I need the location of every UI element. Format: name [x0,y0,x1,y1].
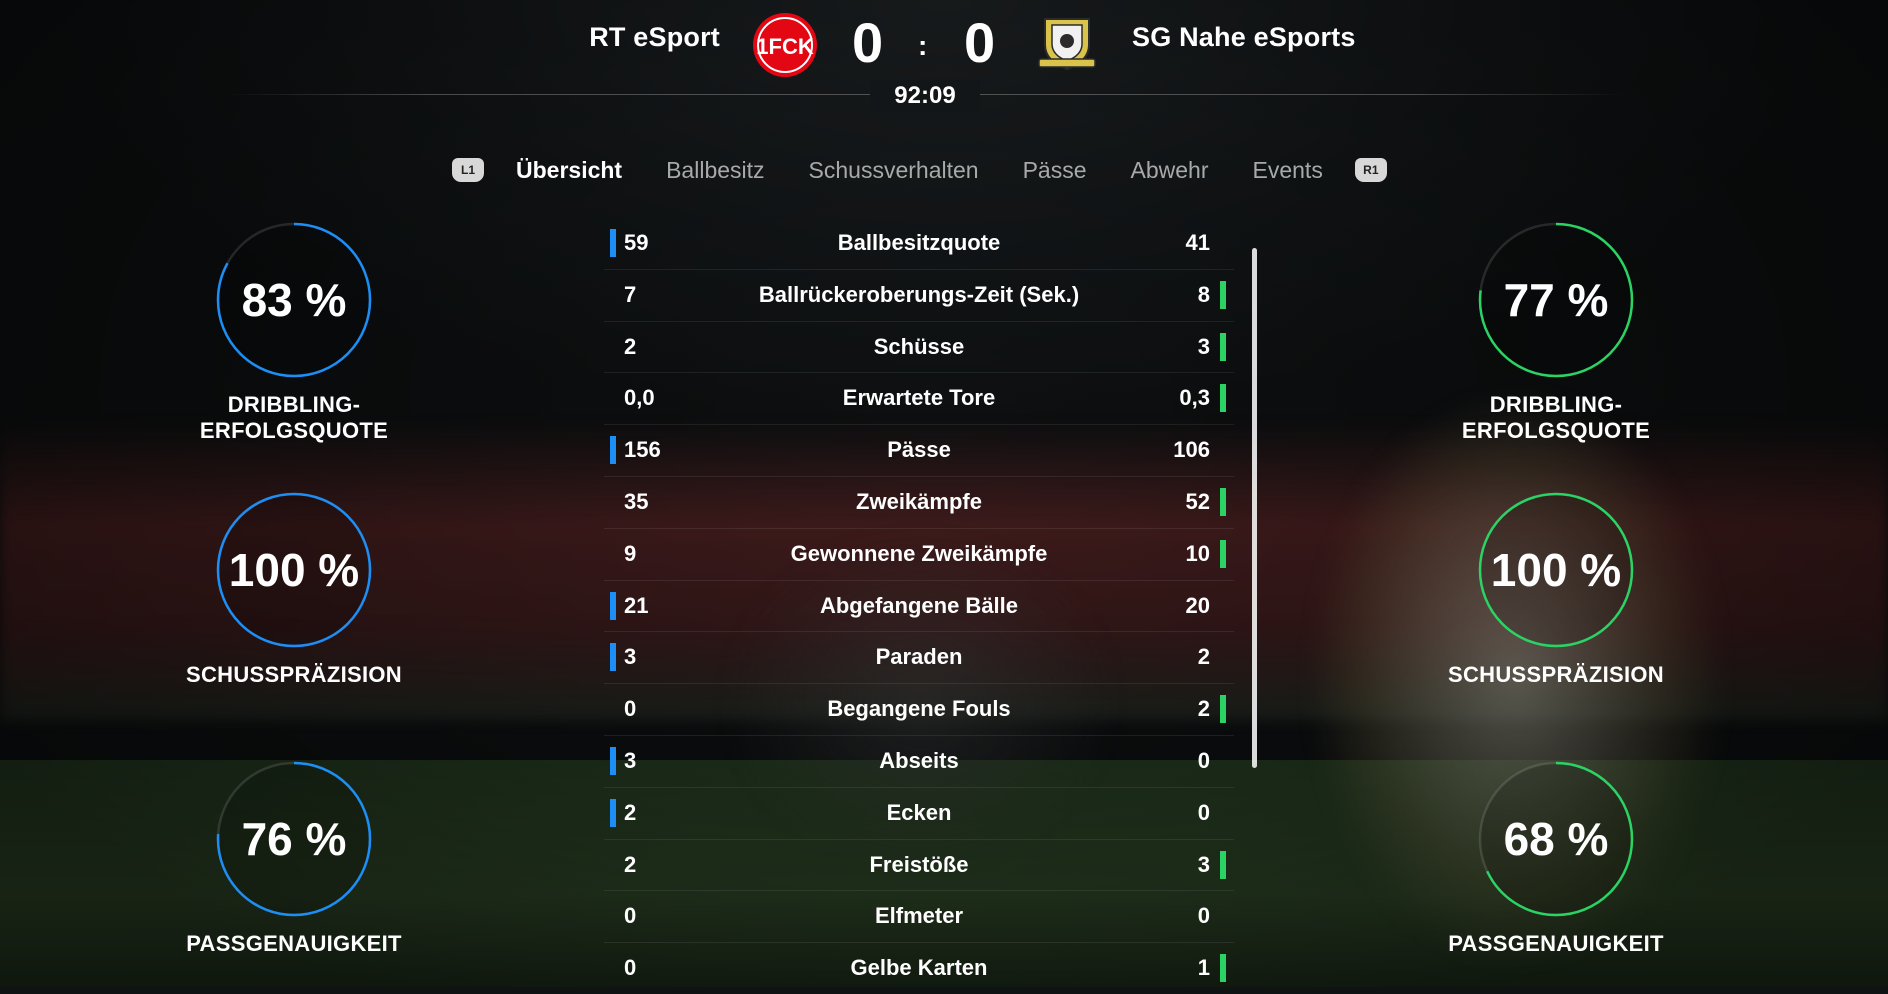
stat-label: Ballrückeroberungs-Zeit (Sek.) [758,281,1080,307]
home-score: 0 [852,11,884,74]
away-value: 2 [1197,696,1210,722]
stat-label: Freistöße [869,851,969,877]
away-score: 0 [964,11,996,74]
stat-row-gewonnene-zweikaempfe: 9 Gewonnene Zweikämpfe 10 [604,529,1234,581]
stat-label: Erwartete Tore [842,385,996,411]
match-stats-screen: RT eSport 1FCK 0 : 0 SG Nahe eSports 92:… [0,0,1888,987]
away-leader-marker [1220,487,1226,516]
away-team-crest-icon [1035,15,1099,73]
score-separator: : [918,30,928,61]
gauge-value: 83 % [241,274,347,326]
away-leader-marker [1220,332,1226,361]
home-crest-lettering: 1FCK [756,34,814,59]
stat-label: Gelbe Karten [850,955,988,981]
stat-row-ecken: 2 Ecken 0 [604,788,1234,840]
gauge-label: DRIBBLING-ERFOLGSQUOTE [199,392,389,443]
tab-uebersicht[interactable]: Übersicht [516,157,622,184]
away-value: 52 [1185,488,1210,514]
l1-bumper-icon[interactable]: L1 [452,158,484,182]
home-team-crest-icon: 1FCK [752,12,818,78]
stat-label: Ballbesitzquote [837,230,1001,255]
away-leader-marker [1220,384,1226,413]
tab-paesse[interactable]: Pässe [1023,157,1087,184]
away-value: 0 [1197,903,1210,929]
away-value: 10 [1185,540,1210,566]
stat-row-erwartete-tore: 0,0 Erwartete Tore 0,3 [604,373,1234,426]
stats-scrollbar[interactable] [1252,248,1257,768]
away-value: 3 [1197,333,1210,359]
gauge-label: SCHUSSPRÄZISION [1448,662,1664,687]
stat-row-ballbesitzquote: 59 Ballbesitzquote 41 [604,218,1234,270]
r1-bumper-icon[interactable]: R1 [1354,158,1387,182]
gauge-value: 100 % [228,544,360,596]
stat-label: Zweikämpfe [856,488,982,514]
gauge-value: 100 % [1490,544,1622,596]
away-shot-accuracy-gauge: 100 % SCHUSSPRÄZISION [1396,490,1716,688]
match-clock: 92:09 [870,80,980,112]
away-leader-marker [1220,280,1226,309]
away-value: 2 [1197,644,1210,670]
home-dribbling-gauge: 83 % DRIBBLING-ERFOLGSQUOTE [134,220,454,444]
home-shot-accuracy-gauge: 100 % SCHUSSPRÄZISION [134,490,454,688]
stat-label: Paraden [875,644,963,670]
stat-row-rueckeroberungszeit: 7 Ballrückeroberungs-Zeit (Sek.) 8 [604,270,1234,322]
stat-label: Abgefangene Bälle [819,592,1019,618]
stat-row-zweikaempfe: 35 Zweikämpfe 52 [604,477,1234,529]
gauge-value: 68 % [1503,813,1609,865]
stat-label: Ecken [886,799,952,825]
stat-label: Schüsse [873,333,965,359]
stats-table[interactable]: 59 Ballbesitzquote 41 7 Ballrückeroberungs-… [604,218,1234,994]
away-leader-marker [1220,850,1226,879]
away-pass-accuracy-gauge: 68 % PASSGENAUIGKEIT [1396,759,1716,957]
away-dribbling-gauge: 77 % DRIBBLING-ERFOLGSQUOTE [1396,220,1716,444]
tab-schussverhalten[interactable]: Schussverhalten [809,157,979,184]
stat-row-paraden: 3 Paraden 2 [604,632,1234,685]
tab-ballbesitz[interactable]: Ballbesitz [666,157,764,184]
stat-row-gelbe-karten: 0 Gelbe Karten 1 [604,943,1234,994]
away-value: 8 [1197,281,1210,307]
stats-tab-bar: L1 Übersicht Ballbesitz Schussverhalten … [452,150,1387,190]
away-value: 41 [1185,230,1210,255]
tab-abwehr[interactable]: Abwehr [1131,157,1209,184]
away-value: 20 [1185,592,1210,618]
away-value: 106 [1173,437,1210,463]
stat-label: Elfmeter [874,903,964,929]
tab-events[interactable]: Events [1253,157,1323,184]
stat-row-abgefangene-baelle: 21 Abgefangene Bälle 20 [604,581,1234,633]
stat-label: Begangene Fouls [827,696,1011,722]
stat-row-paesse: 156 Pässe 106 [604,425,1234,477]
away-value: 1 [1197,955,1210,981]
away-value: 0 [1197,747,1210,773]
gauge-label: PASSGENAUIGKEIT [1448,931,1664,956]
stat-label: Abseits [879,747,959,773]
stat-label: Gewonnene Zweikämpfe [790,540,1048,566]
away-value: 3 [1197,851,1210,877]
gauge-label: SCHUSSPRÄZISION [186,662,402,687]
stat-row-schuesse: 2 Schüsse 3 [604,322,1234,374]
away-leader-marker [1220,695,1226,724]
stat-row-abseits: 3 Abseits 0 [604,736,1234,788]
gauge-value: 76 % [241,813,347,865]
gauge-label: DRIBBLING-ERFOLGSQUOTE [1461,392,1651,443]
away-leader-marker [1220,954,1226,983]
gauge-value: 77 % [1503,274,1609,326]
away-value: 0,3 [1179,385,1210,411]
away-value: 0 [1197,799,1210,825]
stat-row-elfmeter: 0 Elfmeter 0 [604,891,1234,944]
stat-row-begangene-fouls: 0 Begangene Fouls 2 [604,684,1234,736]
away-leader-marker [1220,539,1226,568]
stat-row-freistoesse: 2 Freistöße 3 [604,840,1234,892]
stat-label: Pässe [887,437,951,463]
home-team-name: RT eSport [589,22,720,52]
home-pass-accuracy-gauge: 76 % PASSGENAUIGKEIT [134,759,454,957]
away-team-name: SG Nahe eSports [1132,22,1356,52]
gauge-label: PASSGENAUIGKEIT [186,931,402,956]
